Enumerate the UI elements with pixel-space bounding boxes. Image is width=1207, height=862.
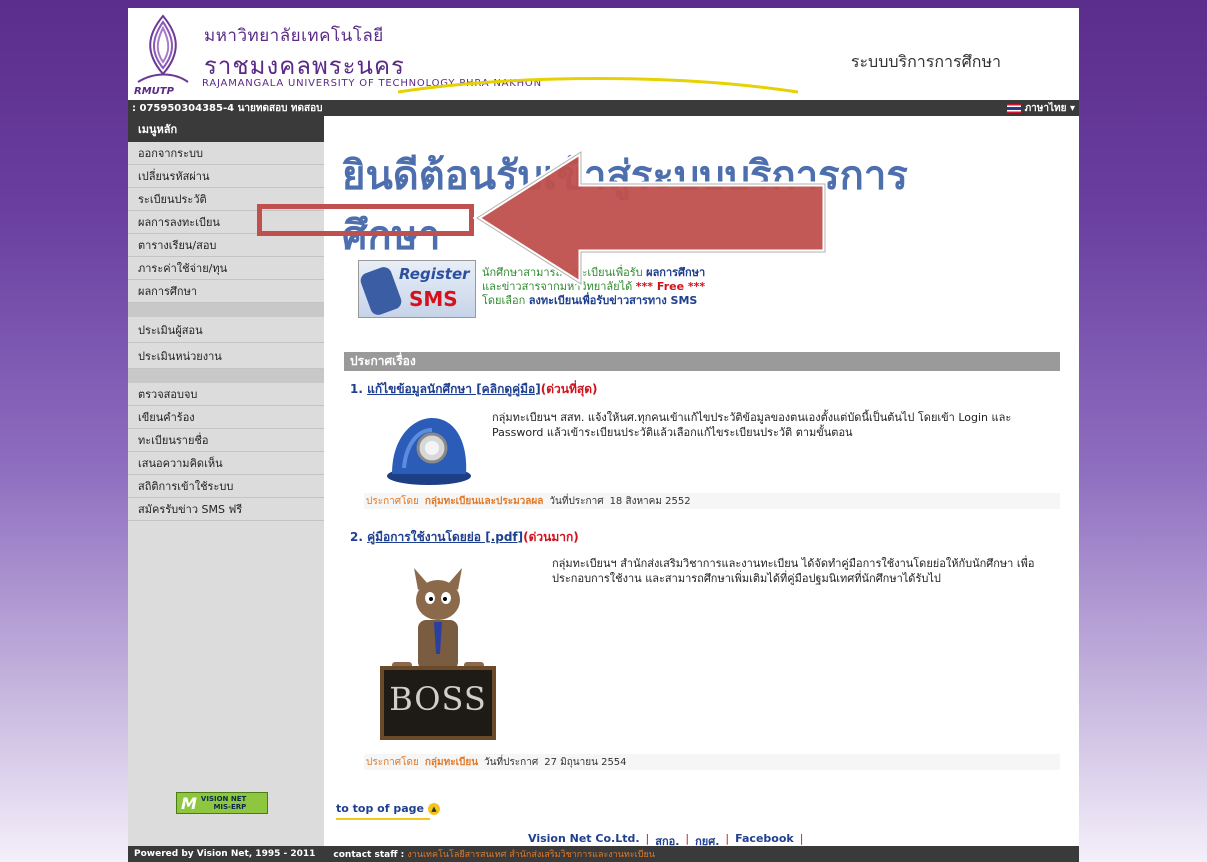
to-top-label: to top of page (336, 802, 424, 815)
news-item-2-body: กลุ่มทะเบียนฯ สำนักส่งเสริมวิชาการและงาน… (552, 557, 1035, 585)
boss-sign-text: BOSS (389, 680, 487, 718)
phone-icon (358, 264, 404, 318)
sidebar-item-graduation-check[interactable]: ตรวจสอบจบ (128, 383, 324, 406)
news-item-2-meta: ประกาศโดย กลุ่มทะเบียน วันที่ประกาศ 27 ม… (364, 754, 1060, 770)
contact-label: contact staff : (333, 850, 405, 860)
page-container: มหาวิทยาลัยเทคโนโลยี ราชมงคลพระนคร RAJAM… (128, 8, 1079, 862)
news-item-2-date-label: วันที่ประกาศ (484, 756, 539, 768)
news-item-1-meta: ประกาศโดย กลุ่มทะเบียนและประมวลผล วันที่… (364, 493, 1060, 509)
language-label: ภาษาไทย ▾ (1024, 102, 1075, 114)
to-top-link[interactable]: to top of page ▲ (336, 802, 440, 815)
news-item-1-title: 1. แก้ไขข้อมูลนักศึกษา [คลิกดูคู่มือ](ด่… (350, 380, 598, 399)
news-item-2-posted-label: ประกาศโดย (366, 756, 419, 768)
mis-erp-logo[interactable]: M VISION NET MIS-ERP (176, 792, 268, 814)
menu-title: เมนูหลัก (128, 116, 324, 142)
news-item-2-author: กลุ่มทะเบียน (424, 756, 479, 768)
to-top-underline (336, 818, 430, 820)
user-bar: : 075950304385-4 นายทดสอบ ทดสอบ ภาษาไทย … (128, 100, 1079, 116)
header: มหาวิทยาลัยเทคโนโลยี ราชมงคลพระนคร RAJAM… (128, 8, 1079, 100)
news-item-1-body: กลุ่มทะเบียนฯ สสท. แจ้งให้นศ.ทุกคนเข้าแก… (492, 411, 1012, 439)
contact-staff: contact staff : งานเทคโนโลยีสารสนเทศ สำน… (333, 847, 654, 861)
sms-banner-sms: SMS (409, 287, 458, 311)
sms-line3-link[interactable]: ลงทะเบียนเพื่อรับข่าวสารทาง SMS (529, 294, 698, 307)
menu-separator (128, 303, 324, 317)
language-selector[interactable]: ภาษาไทย ▾ (1006, 101, 1075, 116)
sidebar-item-expenses[interactable]: ภาระค่าใช้จ่าย/ทุน (128, 257, 324, 280)
mis-logo-text: VISION NET MIS-ERP (201, 795, 246, 811)
university-name-thai-line1: มหาวิทยาลัยเทคโนโลยี (204, 26, 384, 46)
news-item-1-date: 18 สิงหาคม 2552 (609, 495, 691, 507)
system-title: ระบบบริการการศึกษา (850, 52, 1001, 71)
arrow-up-icon: ▲ (427, 802, 440, 815)
sidebar-item-grades[interactable]: ผลการศึกษา (128, 280, 324, 303)
sidebar-item-change-password[interactable]: เปลี่ยนรหัสผ่าน (128, 165, 324, 188)
sidebar-item-logout[interactable]: ออกจากระบบ (128, 142, 324, 165)
news-item-1-tag: (ด่วนที่สุด) (540, 382, 598, 396)
news-item-1-number: 1. (350, 382, 363, 396)
thai-flag-icon (1006, 103, 1021, 113)
news-item-2-date: 27 มิถุนายน 2554 (544, 756, 627, 768)
news-item-1-posted-label: ประกาศโดย (366, 495, 419, 507)
news-item-2-number: 2. (350, 530, 363, 544)
powered-by: Powered by Vision Net, 1995 - 2011 (134, 849, 316, 859)
sidebar-item-sms-subscribe[interactable]: สมัครรับข่าว SMS ฟรี (128, 498, 324, 521)
university-abbr: RMUTP (134, 86, 174, 97)
sidebar-item-name-list[interactable]: ทะเบียนรายชื่อ (128, 429, 324, 452)
news-item-2-title: 2. คู่มือการใช้งานโดยย่อ [.pdf](ด่วนมาก) (350, 528, 579, 547)
header-swoosh-decoration (398, 77, 798, 94)
helmet-image (387, 418, 471, 485)
news-item-2-link[interactable]: คู่มือการใช้งานโดยย่อ [.pdf] (367, 530, 523, 544)
news-item-1-author: กลุ่มทะเบียนและประมวลผล (424, 495, 544, 507)
news-item-2-tag: (ด่วนมาก) (523, 530, 579, 544)
sidebar-item-evaluate-teacher[interactable]: ประเมินผู้สอน (128, 317, 324, 343)
mis-logo-line1: VISION NET (200, 795, 247, 803)
menu-separator (128, 369, 324, 383)
announcements-header: ประกาศเรื่อง (344, 352, 1060, 371)
sms-banner-register: Register (399, 265, 470, 283)
sidebar-item-evaluate-department[interactable]: ประเมินหน่วยงาน (128, 343, 324, 369)
sidebar-item-timetable[interactable]: ตารางเรียน/สอบ (128, 234, 324, 257)
university-logo-icon (137, 14, 189, 83)
register-sms-banner[interactable]: Register SMS (358, 260, 476, 318)
sidebar-item-feedback[interactable]: เสนอความคิดเห็น (128, 452, 324, 475)
news-item-1-date-label: วันที่ประกาศ (549, 495, 604, 507)
news-item-1-link[interactable]: แก้ไขข้อมูลนักศึกษา [คลิกดูคู่มือ] (367, 382, 541, 396)
sidebar-item-access-stats[interactable]: สถิติการเข้าใช้ระบบ (128, 475, 324, 498)
contact-link[interactable]: งานเทคโนโลยีสารสนเทศ สำนักส่งเสริมวิชากา… (407, 850, 655, 860)
highlight-box (257, 204, 474, 236)
sidebar-item-petition[interactable]: เขียนคำร้อง (128, 406, 324, 429)
bottom-bar: Powered by Vision Net, 1995 - 2011 conta… (128, 846, 1079, 862)
sms-line3-text: โดยเลือก (482, 294, 526, 307)
user-info: : 075950304385-4 นายทดสอบ ทดสอบ (132, 102, 323, 114)
mis-logo-line2: MIS-ERP (213, 803, 247, 811)
pointer-arrow-icon (473, 148, 828, 288)
mis-logo-letter: M (181, 793, 197, 813)
